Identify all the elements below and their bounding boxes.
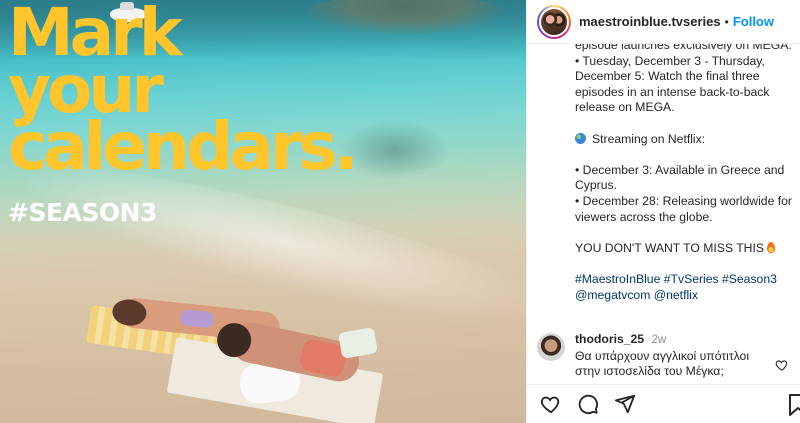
separator-dot: • — [724, 14, 729, 29]
caption-text: Streaming on Netflix: — [592, 131, 706, 146]
beach-bag — [338, 327, 378, 359]
follow-button[interactable]: Follow — [733, 14, 774, 29]
caption-mentions[interactable]: @megatvcom @netflix — [575, 288, 797, 304]
bookmark-icon — [789, 394, 800, 416]
caption-line: episode launches exclusively on MEGA. — [575, 44, 792, 52]
username-link[interactable]: maestroinblue.tvseries — [579, 14, 721, 29]
commenter-username[interactable]: thodoris_25 — [575, 332, 644, 346]
heart-icon[interactable] — [775, 358, 789, 372]
post-header: maestroinblue.tvseries • Follow — [527, 0, 800, 44]
headline-line: calendars. — [8, 108, 359, 185]
post-image[interactable]: Mark your calendars. #SEASON3 — [0, 0, 526, 423]
caption-line — [575, 116, 797, 132]
avatar[interactable] — [539, 6, 569, 37]
caption-line: • December 3: Available in Greece and Cy… — [575, 162, 785, 193]
season-hashtag: #SEASON3 — [8, 198, 157, 227]
like-button[interactable] — [539, 392, 563, 416]
caption-hashtags[interactable]: #MaestroInBlue #TvSeries #Season3 — [575, 272, 797, 288]
caption-line — [575, 147, 797, 163]
save-button[interactable] — [787, 393, 800, 417]
heart-icon — [540, 396, 560, 414]
caption-line: • December 28: Releasing worldwide for v… — [575, 193, 792, 224]
story-ring[interactable] — [537, 4, 571, 39]
fire-icon — [767, 241, 775, 253]
caption-text: YOU DON'T WANT TO MISS THIS — [575, 240, 764, 255]
comment-icon — [578, 394, 598, 415]
caption-line — [575, 225, 797, 241]
globe-icon — [575, 132, 586, 144]
comment-time[interactable]: 2w — [651, 334, 666, 346]
caption: episode launches exclusively on MEGA. • … — [575, 44, 797, 326]
action-bar — [527, 384, 800, 423]
share-icon — [614, 394, 636, 414]
bikini — [179, 308, 215, 329]
caption-line — [575, 256, 797, 272]
caption-line: Streaming on Netflix: — [575, 132, 797, 148]
share-button[interactable] — [613, 392, 637, 416]
comment: thodoris_25 2w Θα υπάρχουν αγγλικοί υπότ… — [537, 332, 797, 382]
headline: Mark your calendars. — [8, 0, 526, 185]
comment-body: thodoris_25 2w Θα υπάρχουν αγγλικοί υπότ… — [575, 332, 775, 382]
commenter-avatar[interactable] — [537, 333, 565, 361]
comment-text: Θα υπάρχουν αγγλικοί υπότιτλοι στην ιστο… — [575, 348, 750, 379]
caption-line: YOU DON'T WANT TO MISS THIS — [575, 241, 797, 257]
post-panel: maestroinblue.tvseries • Follow episode … — [526, 0, 800, 423]
caption-line: • Tuesday, December 3 - Thursday, Decemb… — [575, 53, 770, 115]
comment-button[interactable] — [576, 392, 600, 416]
